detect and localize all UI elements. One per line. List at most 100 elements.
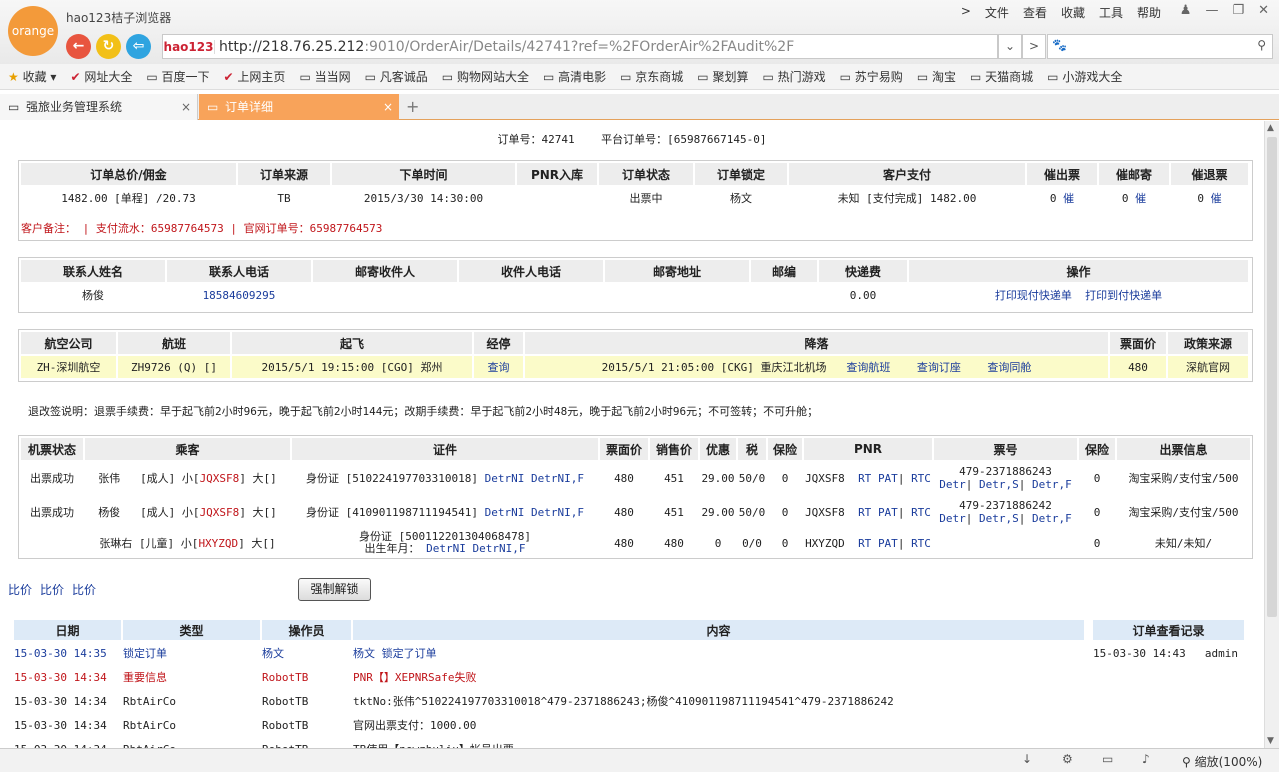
contact-phone[interactable]: 18584609295 [167,284,311,306]
hao123-icon[interactable]: hao123 [163,39,215,54]
bookmark-item[interactable]: ▭ 百度一下 [146,68,209,85]
new-tab-button[interactable]: + [400,94,424,120]
print-cod-link[interactable]: 打印到付快递单 [1085,289,1162,302]
bookmark-item[interactable]: ▭ 小游戏大全 [1047,68,1122,85]
home-icon[interactable]: ⇦ [126,34,151,59]
tab-order-details[interactable]: ▭ 订单详细 × [199,94,399,120]
passenger-name: 张伟 [成人] 小[JQXSF8] 大[] [98,472,277,485]
rtc-link[interactable]: RTC [911,472,931,485]
bookmark-favorites[interactable]: ★ 收藏 ▾ [8,68,56,85]
stopover-query-link[interactable]: 查询 [474,356,523,378]
view-time: 15-03-30 14:43 [1093,646,1186,660]
chevron-down-icon[interactable]: ⌄ [998,34,1022,59]
download-icon[interactable]: ↓ [1022,752,1032,766]
tab-management-system[interactable]: ▭ 强旅业务管理系统 × [0,94,198,120]
scroll-up-icon[interactable]: ▲ [1267,123,1274,133]
hao-icon: ✔ [223,70,234,84]
search-icon[interactable]: ⚲ [1257,38,1266,52]
bookmark-item[interactable]: ▭ 高清电影 [543,68,606,85]
volume-icon[interactable]: ♪ [1142,752,1150,766]
print-prepaid-link[interactable]: 打印现付快递单 [995,289,1072,302]
rtc-link[interactable]: RTC [911,506,931,519]
col-header: 邮编 [751,260,817,282]
url-text[interactable]: http://218.76.25.212:9010/OrderAir/Detai… [215,39,794,55]
detr-ni-link[interactable]: DetrNI [426,542,466,555]
refresh-icon[interactable]: ↻ [96,34,121,59]
bookmark-item[interactable]: ▭ 苏宁易购 [840,68,903,85]
col-header: 出票信息 [1117,438,1250,460]
sale-price: 451 [664,505,684,519]
query-booking-link[interactable]: 查询订座 [917,361,961,374]
bookmark-item[interactable]: ▭ 淘宝 [917,68,956,85]
bookmark-item[interactable]: ▭ 凡客诚品 [365,68,428,85]
menu-tools[interactable]: 工具 [1099,4,1123,21]
menu-help[interactable]: 帮助 [1137,4,1161,21]
close-tab-icon[interactable]: × [181,94,191,120]
address-bar[interactable]: hao123 http://218.76.25.212:9010/OrderAi… [162,34,998,59]
pat-link[interactable]: PAT [878,506,898,519]
compare-link[interactable]: 比价 [72,581,96,598]
detr-ni-link[interactable]: DetrNI [485,472,525,485]
skin-icon[interactable]: ♟ [1180,3,1192,18]
bookmark-item[interactable]: ▭ 天猫商城 [970,68,1033,85]
gear-icon[interactable]: ⚙ [1062,752,1073,766]
bookmark-item[interactable]: ▭ 聚划算 [697,68,748,85]
compare-link[interactable]: 比价 [40,581,64,598]
urge-ticket-link[interactable]: 催 [1063,192,1074,205]
col-header: 操作员 [262,620,351,640]
maximize-icon[interactable]: ❐ [1232,3,1244,18]
bookmark-item[interactable]: ▭ 购物网站大全 [442,68,529,85]
airline: ZH-深圳航空 [21,356,116,378]
compare-link[interactable]: 比价 [8,581,32,598]
back-icon[interactable]: ← [66,34,91,59]
pat-link[interactable]: PAT [878,537,898,550]
detr-ni-f-link[interactable]: DetrNI,F [531,472,584,485]
pat-link[interactable]: PAT [878,472,898,485]
query-flight-link[interactable]: 查询航班 [846,361,890,374]
zoom-control[interactable]: ⚲ 缩放(100%) [1182,753,1262,770]
vertical-scrollbar[interactable]: ▲ ▼ [1264,121,1279,748]
passenger-id: 身份证 [500112201304068478] 出生年月： DetrNI Det… [358,530,532,555]
detr-f-link[interactable]: Detr,F [1032,478,1072,491]
detr-f-link[interactable]: Detr,F [1032,512,1072,525]
rt-link[interactable]: RT [858,506,871,519]
bookmark-item[interactable]: ▭ 当当网 [299,68,350,85]
rt-link[interactable]: RT [858,472,871,485]
window-icon[interactable]: ▭ [1102,752,1113,766]
close-tab-icon[interactable]: × [383,94,393,120]
ticket-status: 出票成功 [30,472,74,485]
scroll-down-icon[interactable]: ▼ [1267,736,1274,746]
detr-link[interactable]: Detr [939,512,966,525]
detr-link[interactable]: Detr [939,478,966,491]
detr-ni-link[interactable]: DetrNI [485,506,525,519]
bookmark-item[interactable]: ✔ 网址大全 [70,68,132,85]
detr-s-link[interactable]: Detr,S [979,512,1019,525]
log-date: 15-03-30 14:34 [14,718,107,732]
scrollbar-thumb[interactable] [1267,137,1277,617]
browser-logo[interactable]: orange [8,6,58,56]
menu-file[interactable]: 文件 [985,4,1009,21]
minimize-icon[interactable]: — [1205,3,1218,18]
force-unlock-button[interactable]: 强制解锁 [298,578,371,601]
bookmark-item[interactable]: ▭ 京东商城 [620,68,683,85]
go-icon[interactable]: > [1022,34,1046,59]
customer-note: 客户备注： | 支付流水：65987764573 | 官网订单号：6598776… [21,222,383,235]
col-header: 下单时间 [332,163,515,185]
order-time: 2015/3/30 14:30:00 [363,191,484,205]
query-cabin-link[interactable]: 查询同舱 [987,361,1031,374]
rtc-link[interactable]: RTC [911,537,931,550]
detr-ni-f-link[interactable]: DetrNI,F [473,542,526,555]
bookmark-item[interactable]: ✔ 上网主页 [224,68,286,85]
urge-mail-link[interactable]: 催 [1135,192,1146,205]
rt-link[interactable]: RT [858,537,871,550]
urge-refund-link[interactable]: 催 [1211,192,1222,205]
detr-ni-f-link[interactable]: DetrNI,F [531,506,584,519]
search-input[interactable]: 🐾 ⚲ [1047,34,1273,59]
bookmark-item[interactable]: ▭ 热门游戏 [762,68,825,85]
chevron-right-icon[interactable]: > [961,4,971,21]
detr-s-link[interactable]: Detr,S [979,478,1019,491]
menu-favorites[interactable]: 收藏 [1061,4,1085,21]
close-icon[interactable]: ✕ [1258,3,1269,18]
log-row: 15-03-30 14:34 重要信息 RobotTB PNR【】XEPNRSa… [14,666,1084,688]
menu-view[interactable]: 查看 [1023,4,1047,21]
